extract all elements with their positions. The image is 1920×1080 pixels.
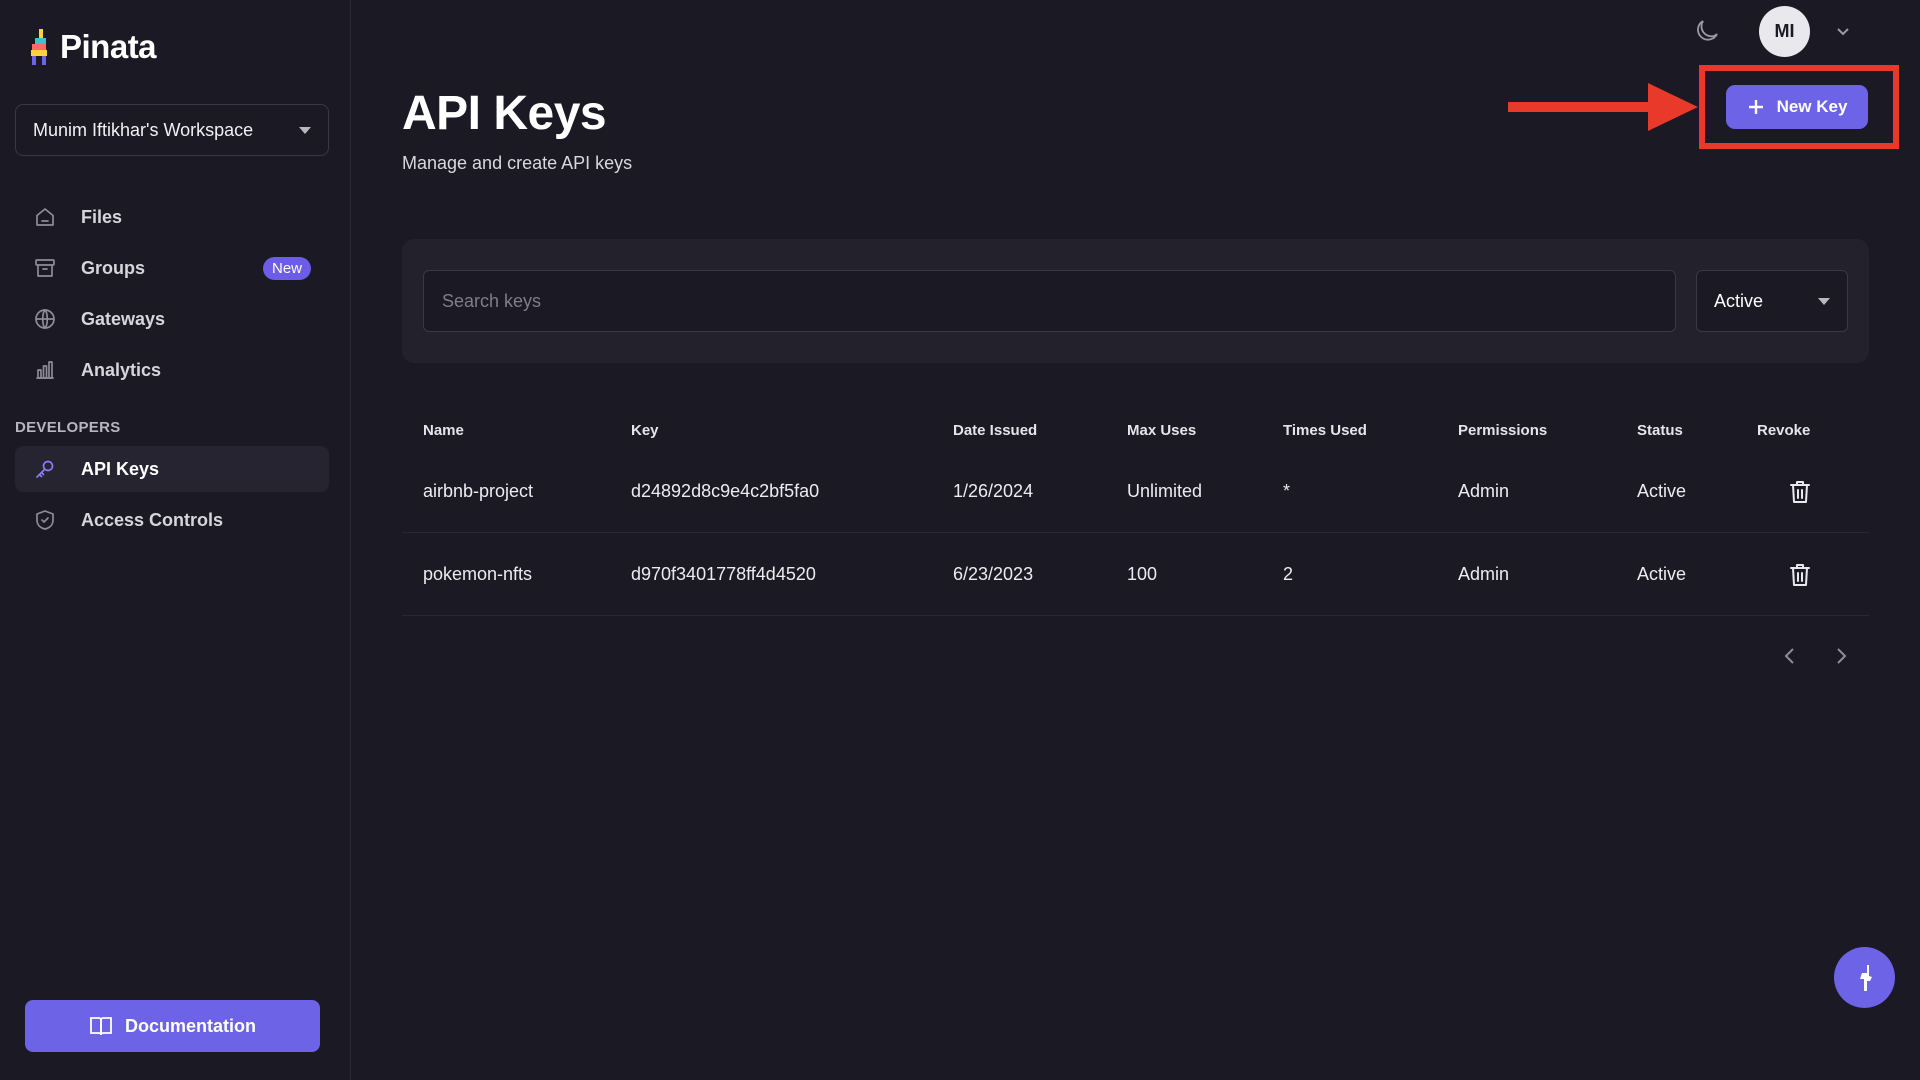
cell-permissions: Admin <box>1458 480 1510 501</box>
page-title: API Keys <box>402 87 607 140</box>
search-input[interactable] <box>423 270 1676 332</box>
help-chat-button[interactable] <box>1834 947 1895 1008</box>
user-avatar[interactable]: MI <box>1759 6 1810 57</box>
sidebar-item-label: Groups <box>81 257 146 278</box>
sidebar-item-label: API Keys <box>81 458 160 479</box>
cell-permissions: Admin <box>1458 563 1510 584</box>
column-header-name[interactable]: Name <box>423 410 464 450</box>
new-key-button[interactable]: New Key <box>1726 85 1868 129</box>
workspace-name: Munim Iftikhar's Workspace <box>33 119 254 140</box>
plus-icon <box>1748 100 1763 114</box>
cell-status: Active <box>1637 480 1687 501</box>
sidebar: Pinata Munim Iftikhar's Workspace Files … <box>0 0 351 1080</box>
cell-max-uses: Unlimited <box>1127 480 1203 501</box>
sidebar-item-analytics[interactable]: Analytics <box>15 347 329 393</box>
status-filter-select[interactable]: Active <box>1696 270 1848 332</box>
table-row[interactable]: airbnb-project d24892d8c9e4c2bf5fa0 1/26… <box>402 450 1869 533</box>
sidebar-item-files[interactable]: Files <box>15 194 329 240</box>
revoke-button[interactable] <box>1788 479 1812 505</box>
trash-icon <box>1790 481 1810 503</box>
sidebar-item-label: Gateways <box>81 308 166 329</box>
sidebar-item-groups[interactable]: Groups New <box>15 245 329 291</box>
cell-max-uses: 100 <box>1127 563 1158 584</box>
api-keys-table: Name Key Date Issued Max Uses Times Used… <box>402 410 1869 616</box>
trash-icon <box>1790 564 1810 586</box>
column-header-times-used[interactable]: Times Used <box>1283 410 1367 450</box>
cell-times-used: * <box>1283 480 1291 501</box>
dark-mode-toggle[interactable] <box>1692 16 1722 46</box>
annotation-arrow <box>1508 83 1698 131</box>
sidebar-item-label: Files <box>81 206 123 227</box>
cell-status: Active <box>1637 563 1687 584</box>
key-icon <box>33 457 57 481</box>
bar-chart-icon <box>33 358 57 382</box>
cell-name: pokemon-nfts <box>423 563 533 584</box>
column-header-date-issued[interactable]: Date Issued <box>953 410 1037 450</box>
revoke-button[interactable] <box>1788 562 1812 588</box>
column-header-permissions[interactable]: Permissions <box>1458 410 1547 450</box>
next-page-button[interactable] <box>1831 644 1851 668</box>
moon-icon <box>1697 20 1718 41</box>
globe-icon <box>33 307 57 331</box>
cell-name: airbnb-project <box>423 480 534 501</box>
sidebar-item-label: Analytics <box>81 359 162 380</box>
cell-key: d970f3401778ff4d4520 <box>631 563 816 584</box>
book-icon <box>90 1017 112 1036</box>
page-subtitle: Manage and create API keys <box>402 153 633 173</box>
sidebar-item-label: Access Controls <box>81 509 224 530</box>
pinata-logo-icon <box>31 29 47 65</box>
shield-icon <box>33 508 57 532</box>
caret-down-icon <box>299 126 311 134</box>
search-card: Active <box>402 239 1869 363</box>
cell-key: d24892d8c9e4c2bf5fa0 <box>631 480 820 501</box>
cell-times-used: 2 <box>1283 563 1294 584</box>
archive-icon <box>33 256 57 280</box>
home-icon <box>33 205 57 229</box>
workspace-selector[interactable]: Munim Iftikhar's Workspace <box>15 104 329 156</box>
caret-down-icon <box>1818 297 1830 305</box>
status-filter-value: Active <box>1714 290 1764 311</box>
sidebar-item-access-controls[interactable]: Access Controls <box>15 497 329 543</box>
brand-logo[interactable]: Pinata <box>28 28 157 66</box>
sidebar-item-api-keys[interactable]: API Keys <box>15 446 329 492</box>
new-badge: New <box>262 256 311 280</box>
documentation-button[interactable]: Documentation <box>25 1000 320 1052</box>
table-row[interactable]: pokemon-nfts d970f3401778ff4d4520 6/23/2… <box>402 533 1869 616</box>
pinata-help-icon <box>1859 964 1872 991</box>
brand-name: Pinata <box>60 28 157 65</box>
column-header-max-uses[interactable]: Max Uses <box>1127 410 1196 450</box>
chevron-left-icon <box>1784 648 1794 664</box>
developers-section-label: DEVELOPERS <box>15 419 121 436</box>
chevron-right-icon <box>1837 648 1847 664</box>
chevron-down-icon[interactable] <box>1834 22 1852 40</box>
previous-page-button[interactable] <box>1780 644 1800 668</box>
sidebar-item-gateways[interactable]: Gateways <box>15 296 329 342</box>
developer-nav: API Keys Access Controls <box>15 446 329 548</box>
cell-date-issued: 6/23/2023 <box>953 563 1034 584</box>
column-header-key[interactable]: Key <box>631 410 659 450</box>
column-header-revoke: Revoke <box>1757 421 1811 439</box>
documentation-label: Documentation <box>124 1015 256 1036</box>
column-header-status[interactable]: Status <box>1637 410 1683 450</box>
main-nav: Files Groups New Gateways Analytics <box>15 194 329 398</box>
cell-date-issued: 1/26/2024 <box>953 480 1034 501</box>
new-key-label: New Key <box>1776 97 1848 116</box>
table-header: Name Key Date Issued Max Uses Times Used… <box>402 410 1869 450</box>
app-root: Pinata Munim Iftikhar's Workspace Files … <box>0 0 1920 1080</box>
